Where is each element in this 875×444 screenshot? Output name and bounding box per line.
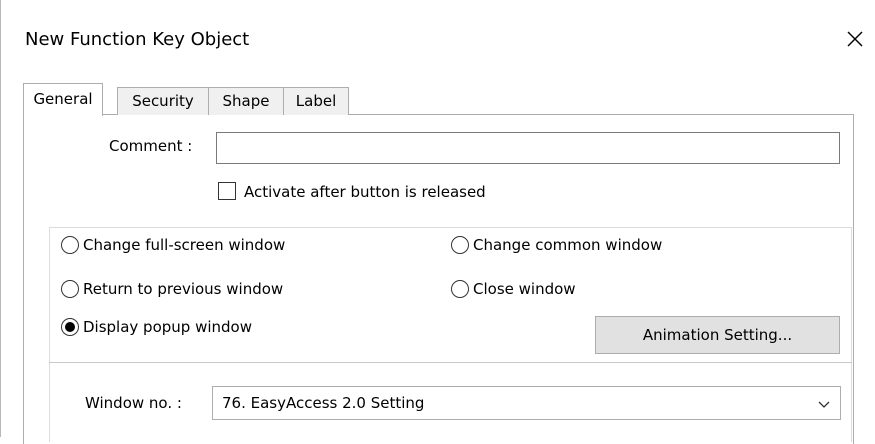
comment-label: Comment :	[109, 137, 193, 155]
radio-change-full-screen-label: Change full-screen window	[83, 236, 286, 254]
radio-close-window[interactable]	[451, 280, 469, 298]
radio-return-previous[interactable]	[61, 280, 79, 298]
radio-display-popup-label: Display popup window	[83, 318, 252, 336]
close-button[interactable]	[835, 19, 875, 59]
animation-setting-button[interactable]: Animation Setting...	[595, 316, 840, 354]
tab-general[interactable]: General	[23, 83, 103, 116]
close-icon	[847, 31, 863, 47]
comment-input[interactable]	[216, 132, 840, 164]
tab-shape[interactable]: Shape	[208, 87, 284, 115]
activate-checkbox-label: Activate after button is released	[244, 183, 486, 201]
dialog-window: New Function Key Object General Security…	[0, 0, 875, 444]
radio-selected-dot	[65, 322, 75, 332]
tab-security[interactable]: Security	[117, 87, 209, 115]
chevron-down-icon	[818, 401, 830, 408]
separator	[49, 362, 852, 363]
window-no-select[interactable]: 76. EasyAccess 2.0 Setting	[212, 386, 841, 420]
radio-display-popup[interactable]	[61, 318, 79, 336]
radio-close-window-label: Close window	[473, 280, 576, 298]
activate-checkbox[interactable]	[218, 182, 236, 200]
radio-change-common[interactable]	[451, 236, 469, 254]
radio-return-previous-label: Return to previous window	[83, 280, 284, 298]
window-no-value: 76. EasyAccess 2.0 Setting	[222, 394, 425, 412]
radio-change-full-screen[interactable]	[61, 236, 79, 254]
dialog-title: New Function Key Object	[25, 29, 250, 50]
tab-label[interactable]: Label	[283, 87, 349, 115]
radio-change-common-label: Change common window	[473, 236, 663, 254]
window-no-label: Window no. :	[85, 394, 182, 412]
